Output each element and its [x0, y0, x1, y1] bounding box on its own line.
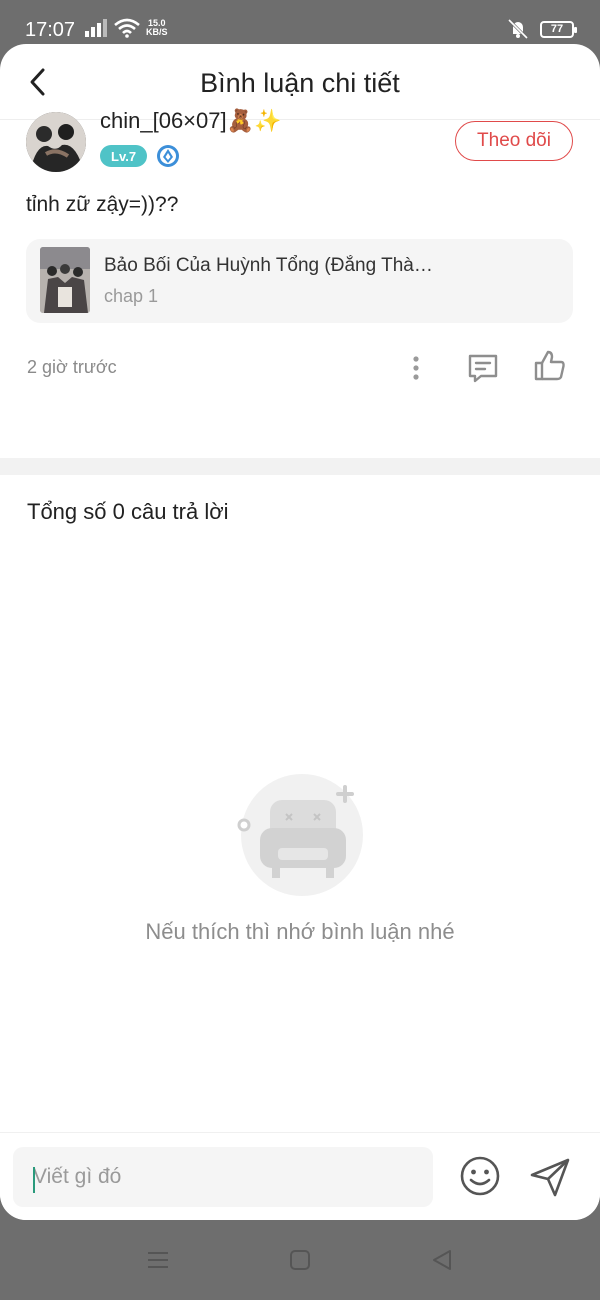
empty-sofa-icon: [237, 774, 363, 896]
text-caret: [33, 1167, 35, 1193]
status-left-icons: 15.0 KB/S: [84, 18, 168, 38]
user-badges: Lv.7: [100, 144, 180, 168]
send-button[interactable]: [528, 1155, 572, 1199]
empty-state-text: Nếu thích thì nhớ bình luận nhé: [145, 919, 455, 944]
send-icon: [530, 1158, 570, 1197]
manga-cover: [40, 247, 90, 313]
follow-button[interactable]: Theo dõi: [455, 121, 573, 161]
section-divider: [0, 458, 600, 475]
user-name[interactable]: chin_[06×07]🧸✨: [100, 108, 281, 134]
comment-detail-sheet: Bình luận chi tiết chin_[06×07]🧸✨ Lv.7 T…: [0, 44, 600, 1220]
back-nav-icon[interactable]: [430, 1248, 454, 1272]
verified-badge-icon: [157, 145, 180, 167]
comment-time: 2 giờ trước: [27, 357, 117, 377]
status-time: 17:07: [25, 19, 76, 41]
menu-nav-icon[interactable]: [146, 1248, 170, 1272]
like-button[interactable]: [532, 348, 568, 384]
level-badge: Lv.7: [100, 145, 148, 167]
more-options-button[interactable]: [402, 354, 430, 382]
system-nav-bar: [0, 1220, 600, 1300]
reply-count: Tổng số 0 câu trả lời: [27, 499, 229, 524]
smiley-icon: [460, 1156, 500, 1196]
reply-button[interactable]: [465, 350, 501, 386]
network-speed: 15.0 KB/S: [146, 18, 168, 37]
home-nav-icon[interactable]: [288, 1248, 312, 1272]
thumbs-up-icon: [534, 350, 565, 381]
manga-chapter: chap 1: [104, 286, 159, 306]
more-vertical-icon: [413, 356, 419, 380]
avatar[interactable]: [26, 112, 86, 172]
status-right-icons: 77: [506, 18, 577, 40]
comment-input[interactable]: [13, 1147, 433, 1207]
avatar-photo: [26, 112, 86, 172]
comment-text: tỉnh zữ zậy=))??: [26, 193, 179, 216]
battery-icon: 77: [540, 20, 577, 38]
signal-icon: [85, 19, 107, 37]
manga-title: Bảo Bối Của Huỳnh Tổng (Đẳng Thà…: [104, 255, 433, 276]
manga-card[interactable]: Bảo Bối Của Huỳnh Tổng (Đẳng Thà… chap 1: [26, 239, 573, 323]
comment-icon: [468, 354, 498, 383]
comment-block: chin_[06×07]🧸✨ Lv.7 Theo dõi tỉnh zữ zậy…: [0, 44, 600, 500]
wifi-icon: [114, 18, 140, 38]
mute-vibrate-icon: [507, 18, 529, 40]
comment-input-bar: [0, 1132, 600, 1220]
emoji-button[interactable]: [459, 1155, 501, 1197]
